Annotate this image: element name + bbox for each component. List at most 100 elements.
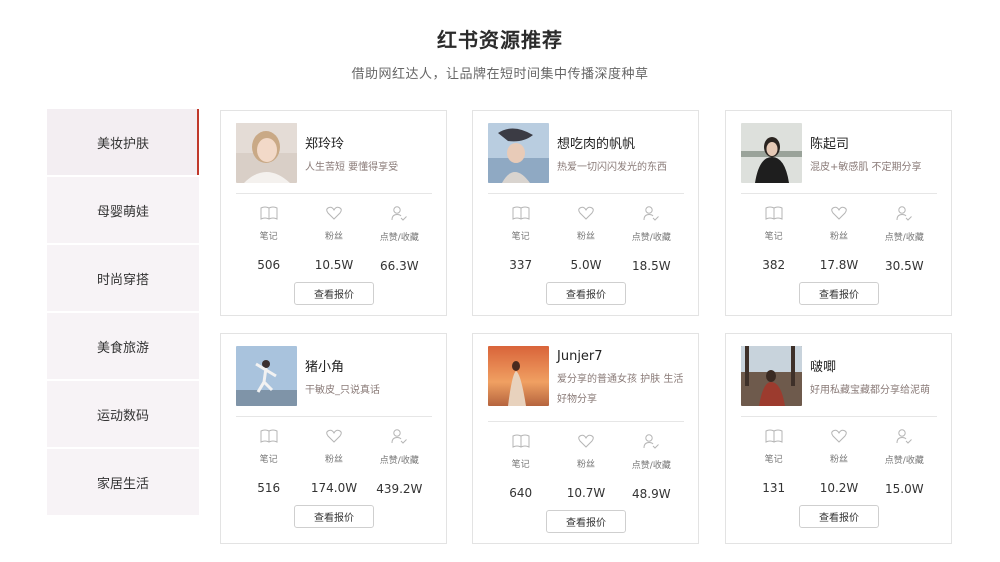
stat-notes: 笔记 337 (488, 206, 553, 273)
sidebar-item-beauty[interactable]: 美妆护肤 (47, 109, 199, 175)
divider (236, 416, 432, 417)
stat-value-likes: 18.5W (632, 259, 671, 273)
avatar (236, 346, 297, 406)
stat-value-notes: 131 (762, 481, 786, 495)
book-icon (260, 206, 278, 220)
stats-row: 笔记 131 粉丝 10.2W 点赞/收藏 15.0W (741, 429, 937, 496)
view-quote-button[interactable]: 查看报价 (799, 505, 879, 528)
stats-row: 笔记 506 粉丝 10.5W 点赞/收藏 66.3W (236, 206, 432, 273)
category-sidebar: 美妆护肤 母婴萌娃 时尚穿搭 美食旅游 运动数码 家居生活 (47, 109, 199, 517)
stat-value-fans: 10.5W (314, 258, 354, 272)
divider (488, 193, 684, 194)
stat-label-fans: 粉丝 (576, 460, 595, 470)
stats-row: 笔记 337 粉丝 5.0W 点赞/收藏 18.5W (488, 206, 684, 273)
influencer-bio: 人生苦短 要懂得享受 (305, 162, 399, 173)
user-check-icon (643, 434, 660, 449)
stat-label-notes: 笔记 (511, 232, 530, 242)
heart-icon (578, 434, 594, 448)
stat-fans: 粉丝 17.8W (806, 206, 871, 273)
view-quote-button[interactable]: 查看报价 (546, 282, 626, 305)
stat-notes: 笔记 131 (741, 429, 806, 496)
stat-likes: 点赞/收藏 66.3W (367, 206, 432, 273)
stat-value-fans: 10.7W (566, 486, 606, 500)
stat-label-fans: 粉丝 (829, 455, 848, 465)
stat-likes: 点赞/收藏 18.5W (619, 206, 684, 273)
stat-value-notes: 506 (257, 258, 281, 272)
avatar (488, 123, 549, 183)
divider (488, 421, 684, 422)
avatar (741, 346, 802, 406)
sidebar-item-sports-digital[interactable]: 运动数码 (47, 381, 199, 447)
stat-value-likes: 30.5W (885, 259, 924, 273)
view-quote-button[interactable]: 查看报价 (799, 282, 879, 305)
stat-value-notes: 382 (762, 258, 786, 272)
stat-value-likes: 48.9W (632, 487, 671, 501)
view-quote-button[interactable]: 查看报价 (294, 282, 374, 305)
stat-value-notes: 516 (257, 481, 281, 495)
influencer-card: 郑玲玲 人生苦短 要懂得享受 笔记 506 粉丝 10.5W 点赞/收藏 66.… (220, 110, 447, 316)
stat-label-notes: 笔记 (511, 460, 530, 470)
stat-label-notes: 笔记 (764, 455, 783, 465)
influencer-name: 郑玲玲 (305, 137, 345, 152)
book-icon (765, 429, 783, 443)
book-icon (512, 434, 530, 448)
user-check-icon (896, 429, 913, 444)
user-check-icon (391, 429, 408, 444)
page-subtitle: 借助网红达人，让品牌在短时间集中传播深度种草 (351, 67, 649, 82)
sidebar-item-home-living[interactable]: 家居生活 (47, 449, 199, 515)
stat-value-fans: 17.8W (819, 258, 859, 272)
influencer-card: Junjer7 爱分享的普通女孩 护肤 生活好物分享 笔记 640 粉丝 10.… (472, 333, 699, 544)
book-icon (765, 206, 783, 220)
user-check-icon (643, 206, 660, 221)
user-check-icon (896, 206, 913, 221)
influencer-card: 啵唧 好用私藏宝藏都分享给泥萌 笔记 131 粉丝 10.2W 点赞/收藏 15… (725, 333, 952, 544)
sidebar-item-fashion[interactable]: 时尚穿搭 (47, 245, 199, 311)
heart-icon (326, 429, 342, 443)
influencer-name: 啵唧 (810, 360, 837, 375)
sidebar-item-mother-baby[interactable]: 母婴萌娃 (47, 177, 199, 243)
stat-notes: 笔记 382 (741, 206, 806, 273)
book-icon (512, 206, 530, 220)
stats-row: 笔记 516 粉丝 174.0W 点赞/收藏 439.2W (236, 429, 432, 496)
stat-label-notes: 笔记 (259, 232, 278, 242)
divider (236, 193, 432, 194)
stat-likes: 点赞/收藏 439.2W (367, 429, 432, 496)
heart-icon (326, 206, 342, 220)
stat-notes: 笔记 640 (488, 434, 553, 501)
stats-row: 笔记 382 粉丝 17.8W 点赞/收藏 30.5W (741, 206, 937, 273)
influencer-name: 陈起司 (810, 137, 850, 152)
stat-label-likes: 点赞/收藏 (379, 456, 419, 466)
stat-label-fans: 粉丝 (576, 232, 595, 242)
user-check-icon (391, 206, 408, 221)
stat-label-fans: 粉丝 (324, 232, 343, 242)
page-title: 红书资源推荐 (437, 28, 563, 52)
stat-label-likes: 点赞/收藏 (379, 233, 419, 243)
influencer-bio: 热爱一切闪闪发光的东西 (557, 162, 667, 173)
influencer-bio: 干敏皮_只说真话 (305, 385, 380, 396)
stats-row: 笔记 640 粉丝 10.7W 点赞/收藏 48.9W (488, 434, 684, 501)
stat-label-likes: 点赞/收藏 (631, 461, 671, 471)
view-quote-button[interactable]: 查看报价 (546, 510, 626, 533)
influencer-card: 猪小角 干敏皮_只说真话 笔记 516 粉丝 174.0W 点赞/收藏 439.… (220, 333, 447, 544)
heart-icon (831, 429, 847, 443)
stat-value-likes: 439.2W (376, 482, 423, 496)
stat-likes: 点赞/收藏 30.5W (872, 206, 937, 273)
divider (741, 193, 937, 194)
stat-value-notes: 640 (509, 486, 533, 500)
book-icon (260, 429, 278, 443)
avatar (488, 346, 549, 406)
stat-value-fans: 5.0W (570, 258, 602, 272)
influencer-card: 陈起司 混皮+敏感肌 不定期分享 笔记 382 粉丝 17.8W 点赞/收藏 3… (725, 110, 952, 316)
stat-notes: 笔记 506 (236, 206, 301, 273)
divider (741, 416, 937, 417)
influencer-bio: 好用私藏宝藏都分享给泥萌 (810, 385, 930, 396)
view-quote-button[interactable]: 查看报价 (294, 505, 374, 528)
influencer-name: 猪小角 (305, 360, 345, 375)
stat-value-likes: 66.3W (380, 259, 419, 273)
influencer-card: 想吃肉的帆帆 热爱一切闪闪发光的东西 笔记 337 粉丝 5.0W 点赞/收藏 … (472, 110, 699, 316)
avatar (236, 123, 297, 183)
stat-label-likes: 点赞/收藏 (884, 456, 924, 466)
stat-label-fans: 粉丝 (324, 455, 343, 465)
sidebar-item-food-travel[interactable]: 美食旅游 (47, 313, 199, 379)
stat-fans: 粉丝 174.0W (301, 429, 366, 496)
